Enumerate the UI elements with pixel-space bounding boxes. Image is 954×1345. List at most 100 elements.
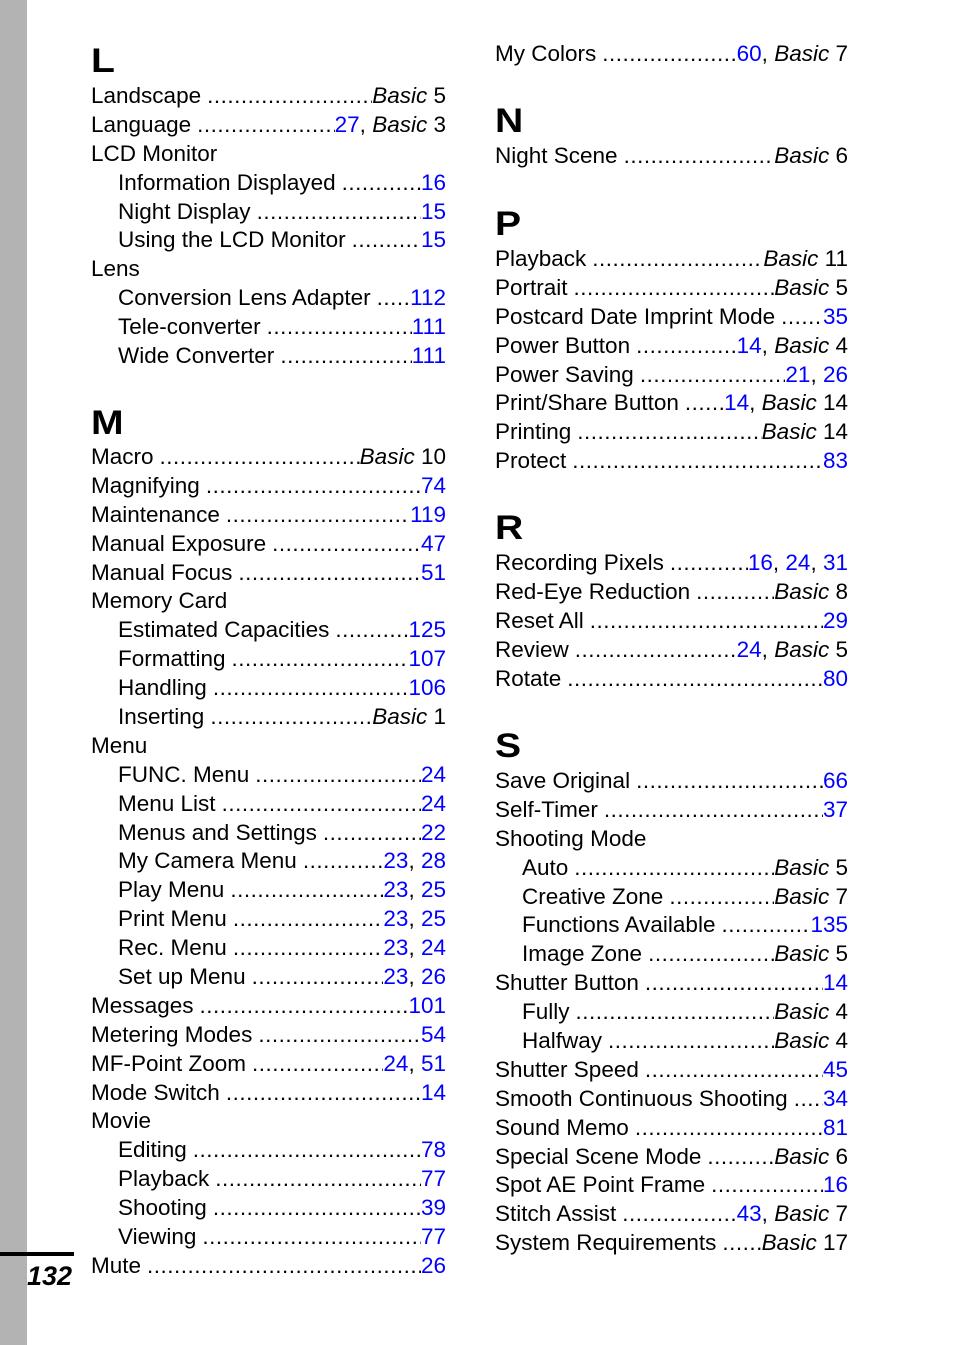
basic-guide-page: 7 [835, 1201, 848, 1227]
page-link[interactable]: 111 [412, 314, 446, 339]
page-link[interactable]: 23 [383, 877, 408, 902]
page-link[interactable]: 107 [408, 646, 446, 671]
page-link[interactable]: 51 [421, 560, 446, 585]
page-link[interactable]: 83 [823, 448, 848, 473]
page-link[interactable]: 101 [408, 993, 446, 1018]
page-link[interactable]: 77 [421, 1224, 446, 1249]
dot-leader [202, 1223, 421, 1252]
page-link[interactable]: 54 [421, 1022, 446, 1047]
page-link[interactable]: 16 [421, 170, 446, 195]
index-entry: Landscape Basic 5 [91, 82, 446, 111]
entry-term: Shooting Mode [495, 825, 647, 851]
page-link[interactable]: 39 [421, 1195, 446, 1220]
page-link[interactable]: 23 [383, 848, 408, 873]
index-entry: Spot AE Point Frame 16 [495, 1171, 848, 1200]
page-link[interactable]: 25 [421, 877, 446, 902]
ref-separator: , [408, 1050, 421, 1076]
ref-separator: , [408, 848, 421, 874]
page-link[interactable]: 60 [737, 41, 762, 66]
page-link[interactable]: 26 [823, 362, 848, 387]
index-section-list: MacroBasic 10Magnifying74Maintenance119M… [91, 443, 446, 1281]
page-references: 15 [421, 198, 446, 227]
page-link[interactable]: 23 [383, 935, 408, 960]
page-link[interactable]: 14 [823, 970, 848, 995]
page-link[interactable]: 14 [737, 333, 762, 358]
page-references: 66 [823, 767, 848, 796]
page-link[interactable]: 22 [421, 820, 446, 845]
entry-term: FUNC. Menu [118, 761, 250, 787]
index-entry: Shutter Button 14 [495, 969, 848, 998]
page-number: 132 [27, 1261, 73, 1291]
page-link[interactable]: 35 [823, 304, 848, 329]
page-link[interactable]: 119 [410, 502, 446, 527]
page-references: 47 [421, 530, 446, 559]
page-link[interactable]: 78 [421, 1137, 446, 1162]
page-link[interactable]: 51 [421, 1051, 446, 1076]
page-link[interactable]: 26 [421, 1253, 446, 1278]
page-link[interactable]: 125 [408, 617, 446, 642]
page-link[interactable]: 24 [421, 935, 446, 960]
page-link[interactable]: 21 [785, 362, 810, 387]
page-references: Basic 4 [774, 998, 848, 1027]
dot-leader [197, 111, 335, 140]
page-link[interactable]: 16 [748, 550, 773, 575]
page-link[interactable]: 106 [408, 675, 446, 700]
page-link[interactable]: 27 [335, 112, 360, 137]
page-link[interactable]: 26 [421, 964, 446, 989]
dot-leader [303, 847, 384, 876]
page-link[interactable]: 24 [421, 791, 446, 816]
dot-leader [335, 616, 408, 645]
page-references: 74 [421, 472, 446, 501]
basic-guide-page: 10 [420, 444, 446, 469]
entry-term: Functions Available [522, 912, 716, 938]
entry-term: Halfway [522, 1028, 603, 1054]
page-link[interactable]: 24 [785, 550, 810, 575]
dot-leader [255, 761, 421, 790]
entry-term: Shutter Button [495, 970, 639, 996]
page-link[interactable]: 28 [421, 848, 446, 873]
page-link[interactable]: 23 [383, 906, 408, 931]
page-link[interactable]: 16 [823, 1172, 848, 1197]
index-entry: Formatting 107 [91, 645, 446, 674]
ref-separator: , [408, 906, 421, 932]
section-letter: S [495, 727, 522, 765]
page-link[interactable]: 25 [421, 906, 446, 931]
page-link[interactable]: 14 [724, 390, 749, 415]
dot-leader [213, 1194, 421, 1223]
basic-guide-page: 1 [433, 704, 446, 730]
page-link[interactable]: 66 [823, 768, 848, 793]
page-references: 54 [421, 1021, 446, 1050]
basic-guide-page: 4 [835, 999, 848, 1025]
index-heading: Movie [91, 1107, 446, 1136]
page-link[interactable]: 80 [823, 666, 848, 691]
ref-separator: , [761, 41, 775, 66]
page-link[interactable]: 111 [412, 343, 446, 368]
page-link[interactable]: 43 [737, 1201, 762, 1226]
page-link[interactable]: 135 [810, 912, 848, 937]
page-link[interactable]: 24 [737, 637, 762, 662]
page-references: 78 [421, 1136, 446, 1165]
index-entry: Mode Switch 14 [91, 1079, 446, 1108]
page-link[interactable]: 74 [421, 473, 446, 498]
page-link[interactable]: 81 [823, 1115, 848, 1140]
entry-term: Red-Eye Reduction [495, 578, 691, 604]
page-link[interactable]: 14 [421, 1080, 446, 1105]
section-letter: M [91, 404, 124, 442]
page-link[interactable]: 31 [823, 550, 848, 575]
page-link[interactable]: 24 [383, 1051, 408, 1076]
page-link[interactable]: 15 [421, 227, 446, 252]
page-link[interactable]: 77 [421, 1166, 446, 1191]
index-entry: Print/Share Button 14, Basic 14 [495, 389, 848, 418]
page-link[interactable]: 47 [421, 531, 446, 556]
index-entry: Menus and Settings 22 [91, 819, 446, 848]
page-link[interactable]: 37 [823, 797, 848, 822]
entry-term: Rec. Menu [118, 935, 227, 961]
page-link[interactable]: 23 [383, 964, 408, 989]
page-link[interactable]: 112 [410, 285, 446, 310]
page-references: 112 [410, 284, 446, 313]
page-link[interactable]: 29 [823, 608, 848, 633]
page-link[interactable]: 24 [421, 762, 446, 787]
page-link[interactable]: 45 [823, 1057, 848, 1082]
page-link[interactable]: 34 [823, 1086, 848, 1111]
page-link[interactable]: 15 [421, 199, 446, 224]
